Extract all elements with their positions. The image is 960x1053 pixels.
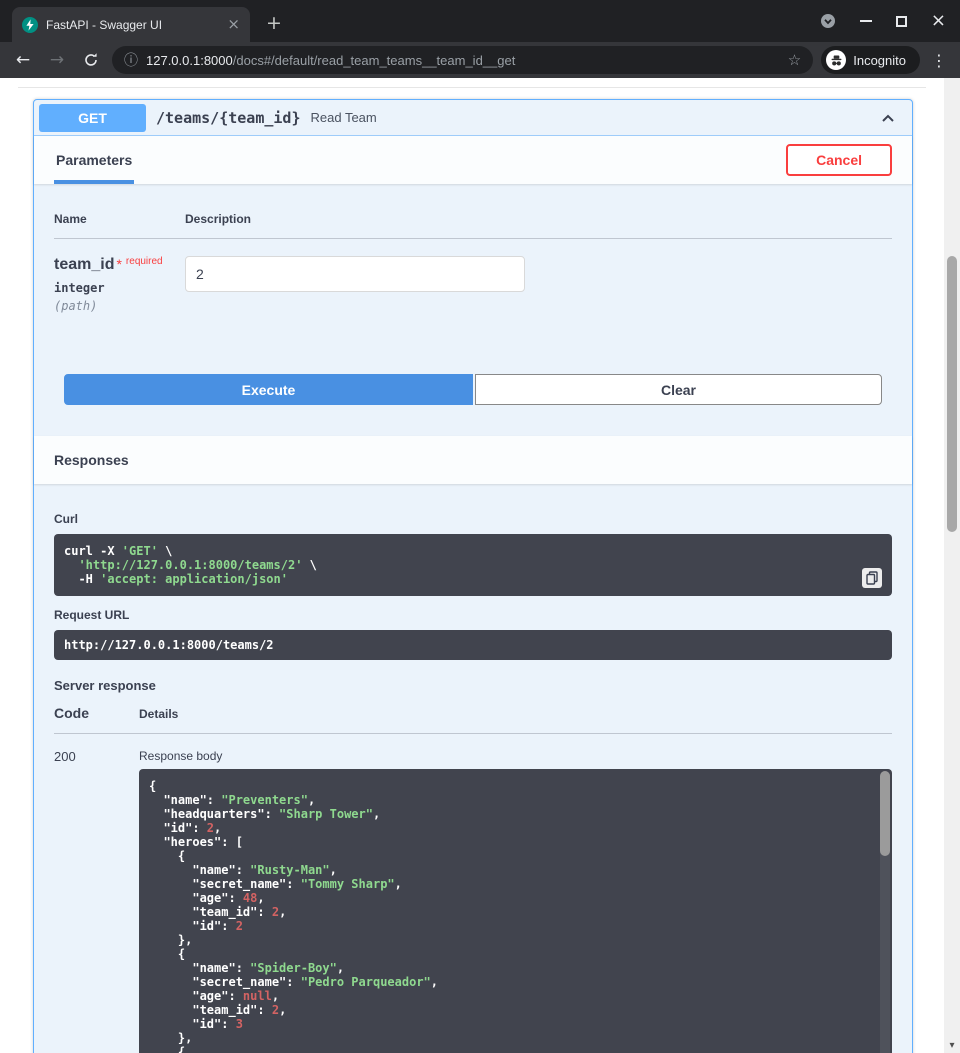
responses-header: Responses	[34, 436, 912, 484]
maximize-button[interactable]	[896, 16, 907, 27]
endpoint-path: /teams/{team_id}	[156, 109, 301, 127]
request-url-block: http://127.0.0.1:8000/teams/2	[54, 630, 892, 660]
response-details: Response body { "name": "Preventers", "h…	[139, 749, 892, 1053]
section-divider	[18, 78, 926, 88]
param-type: integer	[54, 281, 185, 295]
page-scrollbar-thumb[interactable]	[947, 256, 957, 532]
param-name-cell: team_id* required integer (path)	[54, 256, 185, 313]
collapse-chevron-icon[interactable]	[878, 108, 898, 128]
tab-search-icon[interactable]	[820, 13, 836, 29]
site-info-icon[interactable]: ⓘ	[124, 50, 138, 70]
back-icon[interactable]: ←	[10, 47, 36, 73]
team-id-input[interactable]	[185, 256, 525, 292]
responses-title: Responses	[54, 452, 129, 468]
clear-button[interactable]: Clear	[475, 374, 882, 405]
response-row: 200 Response body { "name": "Preventers"…	[54, 734, 892, 1053]
response-scrollbar[interactable]	[880, 771, 890, 1053]
browser-toolbar: ← → ⓘ 127.0.0.1:8000/docs#/default/read_…	[0, 42, 960, 78]
minimize-button[interactable]	[860, 20, 872, 22]
close-button[interactable]: ×	[931, 12, 946, 30]
param-description-cell	[185, 256, 892, 313]
curl-command-block[interactable]: curl -X 'GET' \ 'http://127.0.0.1:8000/t…	[54, 534, 892, 596]
browser-menu-icon[interactable]: ⋮	[928, 51, 950, 70]
scroll-down-icon[interactable]: ▾	[944, 1040, 960, 1051]
execute-row: Execute Clear	[64, 374, 882, 405]
url-path: /docs#/default/read_team_teams__team_id_…	[233, 53, 516, 68]
response-scrollbar-thumb[interactable]	[880, 771, 890, 856]
tab-close-icon[interactable]: ×	[227, 17, 240, 32]
forward-icon[interactable]: →	[44, 47, 70, 73]
parameters-column-headers: Name Description	[54, 212, 892, 239]
param-name: team_id	[54, 256, 114, 273]
incognito-icon	[826, 50, 846, 70]
http-method-badge: GET	[39, 104, 146, 132]
browser-window: FastAPI - Swagger UI × + × ← → ⓘ 127.0.0…	[0, 0, 960, 1053]
page-content: GET /teams/{team_id} Read Team Parameter…	[0, 78, 944, 1053]
column-header-details: Details	[139, 707, 892, 721]
request-url-value: http://127.0.0.1:8000/teams/2	[64, 638, 274, 652]
opblock-get-read-team: GET /teams/{team_id} Read Team Parameter…	[33, 99, 913, 1053]
responses-body: Curl curl -X 'GET' \ 'http://127.0.0.1:8…	[34, 484, 912, 1053]
param-location: (path)	[54, 299, 185, 313]
response-body-block[interactable]: { "name": "Preventers", "headquarters": …	[139, 769, 892, 1053]
response-column-headers: Code Details	[54, 705, 892, 734]
curl-command: curl -X 'GET' \ 'http://127.0.0.1:8000/t…	[64, 544, 882, 586]
cancel-button[interactable]: Cancel	[786, 144, 892, 176]
required-star: *	[116, 256, 121, 272]
request-url-label: Request URL	[54, 608, 892, 622]
tab-title: FastAPI - Swagger UI	[46, 18, 219, 32]
reload-icon[interactable]	[78, 47, 104, 73]
page-scrollbar[interactable]: ▾	[944, 78, 960, 1053]
window-controls: ×	[820, 0, 946, 42]
copy-icon[interactable]	[862, 568, 882, 588]
browser-titlebar: FastAPI - Swagger UI × + ×	[0, 0, 960, 42]
url-host: 127.0.0.1:8000	[146, 53, 233, 68]
execute-button[interactable]: Execute	[64, 374, 473, 405]
incognito-label: Incognito	[853, 53, 906, 68]
response-body-json: { "name": "Preventers", "headquarters": …	[149, 779, 868, 1053]
parameter-row: team_id* required integer (path)	[54, 239, 892, 313]
required-label: required	[126, 256, 163, 267]
new-tab-button[interactable]: +	[262, 11, 286, 35]
endpoint-summary: Read Team	[311, 110, 869, 125]
server-response-label: Server response	[54, 678, 892, 693]
parameters-body: Name Description team_id* required intege…	[34, 184, 912, 436]
parameters-header: Parameters Cancel	[34, 136, 912, 184]
opblock-summary[interactable]: GET /teams/{team_id} Read Team	[34, 100, 912, 136]
status-code: 200	[54, 749, 139, 1053]
column-header-description: Description	[185, 212, 892, 226]
fastapi-favicon-icon	[22, 17, 38, 33]
column-header-code: Code	[54, 705, 139, 721]
column-header-name: Name	[54, 212, 185, 226]
incognito-badge: Incognito	[821, 46, 920, 74]
address-bar[interactable]: ⓘ 127.0.0.1:8000/docs#/default/read_team…	[112, 46, 813, 74]
bookmark-star-icon[interactable]: ☆	[788, 51, 801, 69]
tab-parameters[interactable]: Parameters	[54, 136, 134, 184]
browser-tab[interactable]: FastAPI - Swagger UI ×	[12, 7, 250, 42]
curl-label: Curl	[54, 512, 892, 526]
response-body-label: Response body	[139, 749, 892, 763]
url-text[interactable]: 127.0.0.1:8000/docs#/default/read_team_t…	[146, 53, 780, 68]
